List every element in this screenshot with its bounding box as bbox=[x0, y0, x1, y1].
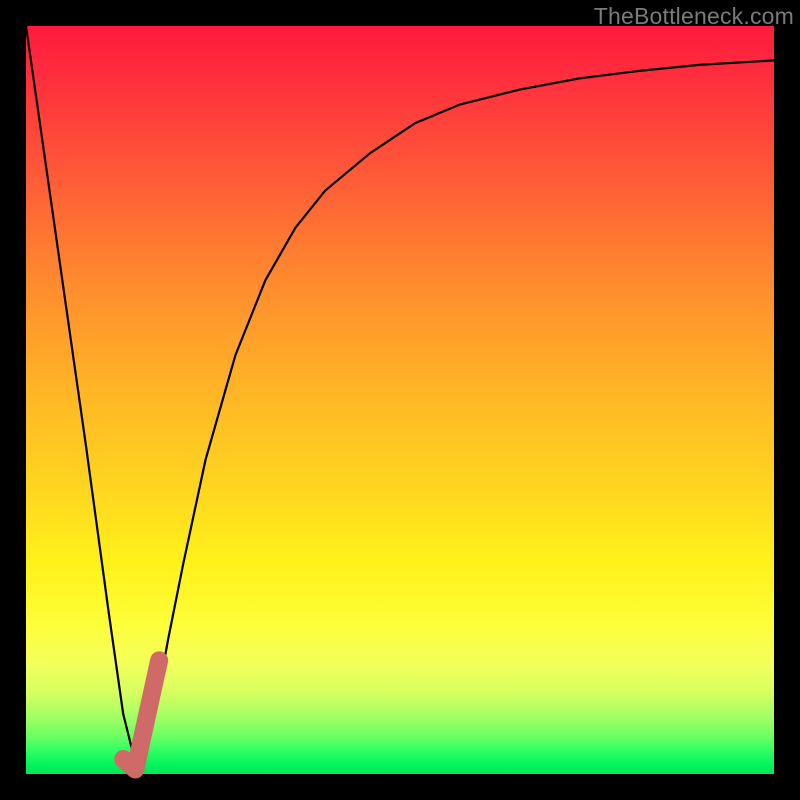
chart-svg bbox=[26, 26, 774, 774]
chart-stage: TheBottleneck.com bbox=[0, 0, 800, 800]
series-check-mark bbox=[123, 660, 159, 769]
series-group bbox=[26, 26, 774, 774]
watermark-text: TheBottleneck.com bbox=[594, 3, 794, 30]
series-bottleneck-curve bbox=[26, 26, 774, 774]
